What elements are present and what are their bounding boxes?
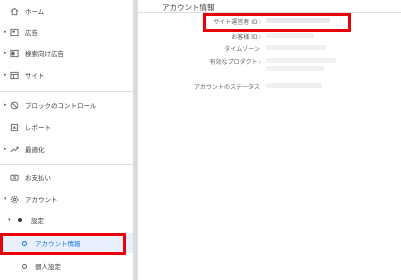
chevron-right-icon[interactable]: ▸ — [4, 72, 7, 78]
sidebar-item-label: 最適化 — [25, 146, 45, 154]
sidebar-item-home[interactable]: ホーム — [0, 1, 133, 21]
sidebar-item-personal-settings[interactable]: 個人設定 — [0, 256, 133, 276]
active-products-label: 有効なプロダクト? — [141, 57, 261, 66]
sidebar-item-label: ホーム — [25, 8, 45, 16]
chevron-right-icon[interactable]: ▸ — [4, 29, 7, 35]
chevron-right-icon[interactable]: ▸ — [4, 102, 7, 108]
sidebar-divider — [0, 164, 133, 165]
active-products-value-redacted — [266, 58, 336, 63]
sidebar-item-label: 広告 — [25, 29, 38, 37]
trend-up-icon — [10, 145, 19, 154]
customer-id-label-text: お客様 ID — [231, 34, 258, 41]
sidebar-item-label: 設定 — [31, 217, 44, 225]
search-ads-icon — [10, 49, 19, 58]
ad-unit-icon — [10, 28, 19, 37]
sidebar-item-account[interactable]: ▾ アカウント — [0, 189, 133, 209]
active-products-value-redacted — [266, 66, 324, 71]
sidebar-item-label: ブロックのコントロール — [25, 102, 97, 110]
sidebar-item-ads[interactable]: ▸ 広告 — [0, 22, 133, 42]
sites-icon — [10, 71, 19, 80]
sidebar-item-label: アカウント — [25, 196, 58, 204]
active-products-label-text: 有効なプロダクト — [209, 59, 258, 66]
report-icon — [10, 123, 19, 132]
payments-icon — [10, 173, 19, 182]
sidebar-item-label: お支払い — [25, 174, 51, 182]
account-status-label-text: アカウントのステータス — [193, 84, 260, 91]
sidebar-item-reports[interactable]: レポート — [0, 117, 133, 137]
chevron-right-icon[interactable]: ▸ — [4, 146, 7, 152]
help-icon[interactable]: ? — [259, 36, 261, 41]
customer-id-value-redacted — [266, 33, 314, 38]
sidebar-item-sites[interactable]: ▸ サイト — [0, 65, 133, 85]
circle-icon — [22, 263, 27, 269]
sidebar-item-optimization[interactable]: ▸ 最適化 — [0, 139, 133, 159]
chevron-down-icon[interactable]: ▾ — [4, 196, 7, 202]
sidebar-item-payments[interactable]: お支払い — [0, 167, 133, 187]
dot-icon — [18, 218, 22, 222]
sidebar-item-label: サイト — [25, 72, 45, 80]
chevron-down-icon[interactable]: ▾ — [8, 217, 11, 223]
customer-id-label: お客様 ID? — [141, 32, 261, 41]
timezone-label-text: タイムゾーン — [224, 46, 260, 53]
sidebar-item-label: 検索向け広告 — [25, 50, 64, 58]
sidebar-item-label: 個人設定 — [35, 263, 61, 271]
highlight-box-account-info — [0, 233, 126, 255]
sidebar-item-search-ads[interactable]: ▸ 検索向け広告 — [0, 43, 133, 63]
block-icon — [10, 101, 19, 110]
sidebar-item-settings[interactable]: ▾ 設定 — [0, 210, 133, 230]
sidebar-divider — [0, 91, 133, 92]
home-icon — [10, 7, 19, 16]
sidebar-item-block-controls[interactable]: ▸ ブロックのコントロール — [0, 95, 133, 115]
timezone-label: タイムゾーン — [141, 44, 261, 53]
timezone-value-redacted — [266, 45, 326, 50]
account-status-label: アカウントのステータス — [141, 82, 261, 91]
gear-icon — [10, 195, 19, 204]
chevron-right-icon[interactable]: ▸ — [4, 50, 7, 56]
sidebar-item-label: レポート — [25, 124, 51, 132]
help-icon[interactable]: ? — [259, 61, 261, 66]
account-status-value-redacted — [266, 83, 322, 88]
highlight-box-publisher-id — [203, 13, 351, 32]
account-info-panel: アカウント情報 — [138, 0, 401, 280]
